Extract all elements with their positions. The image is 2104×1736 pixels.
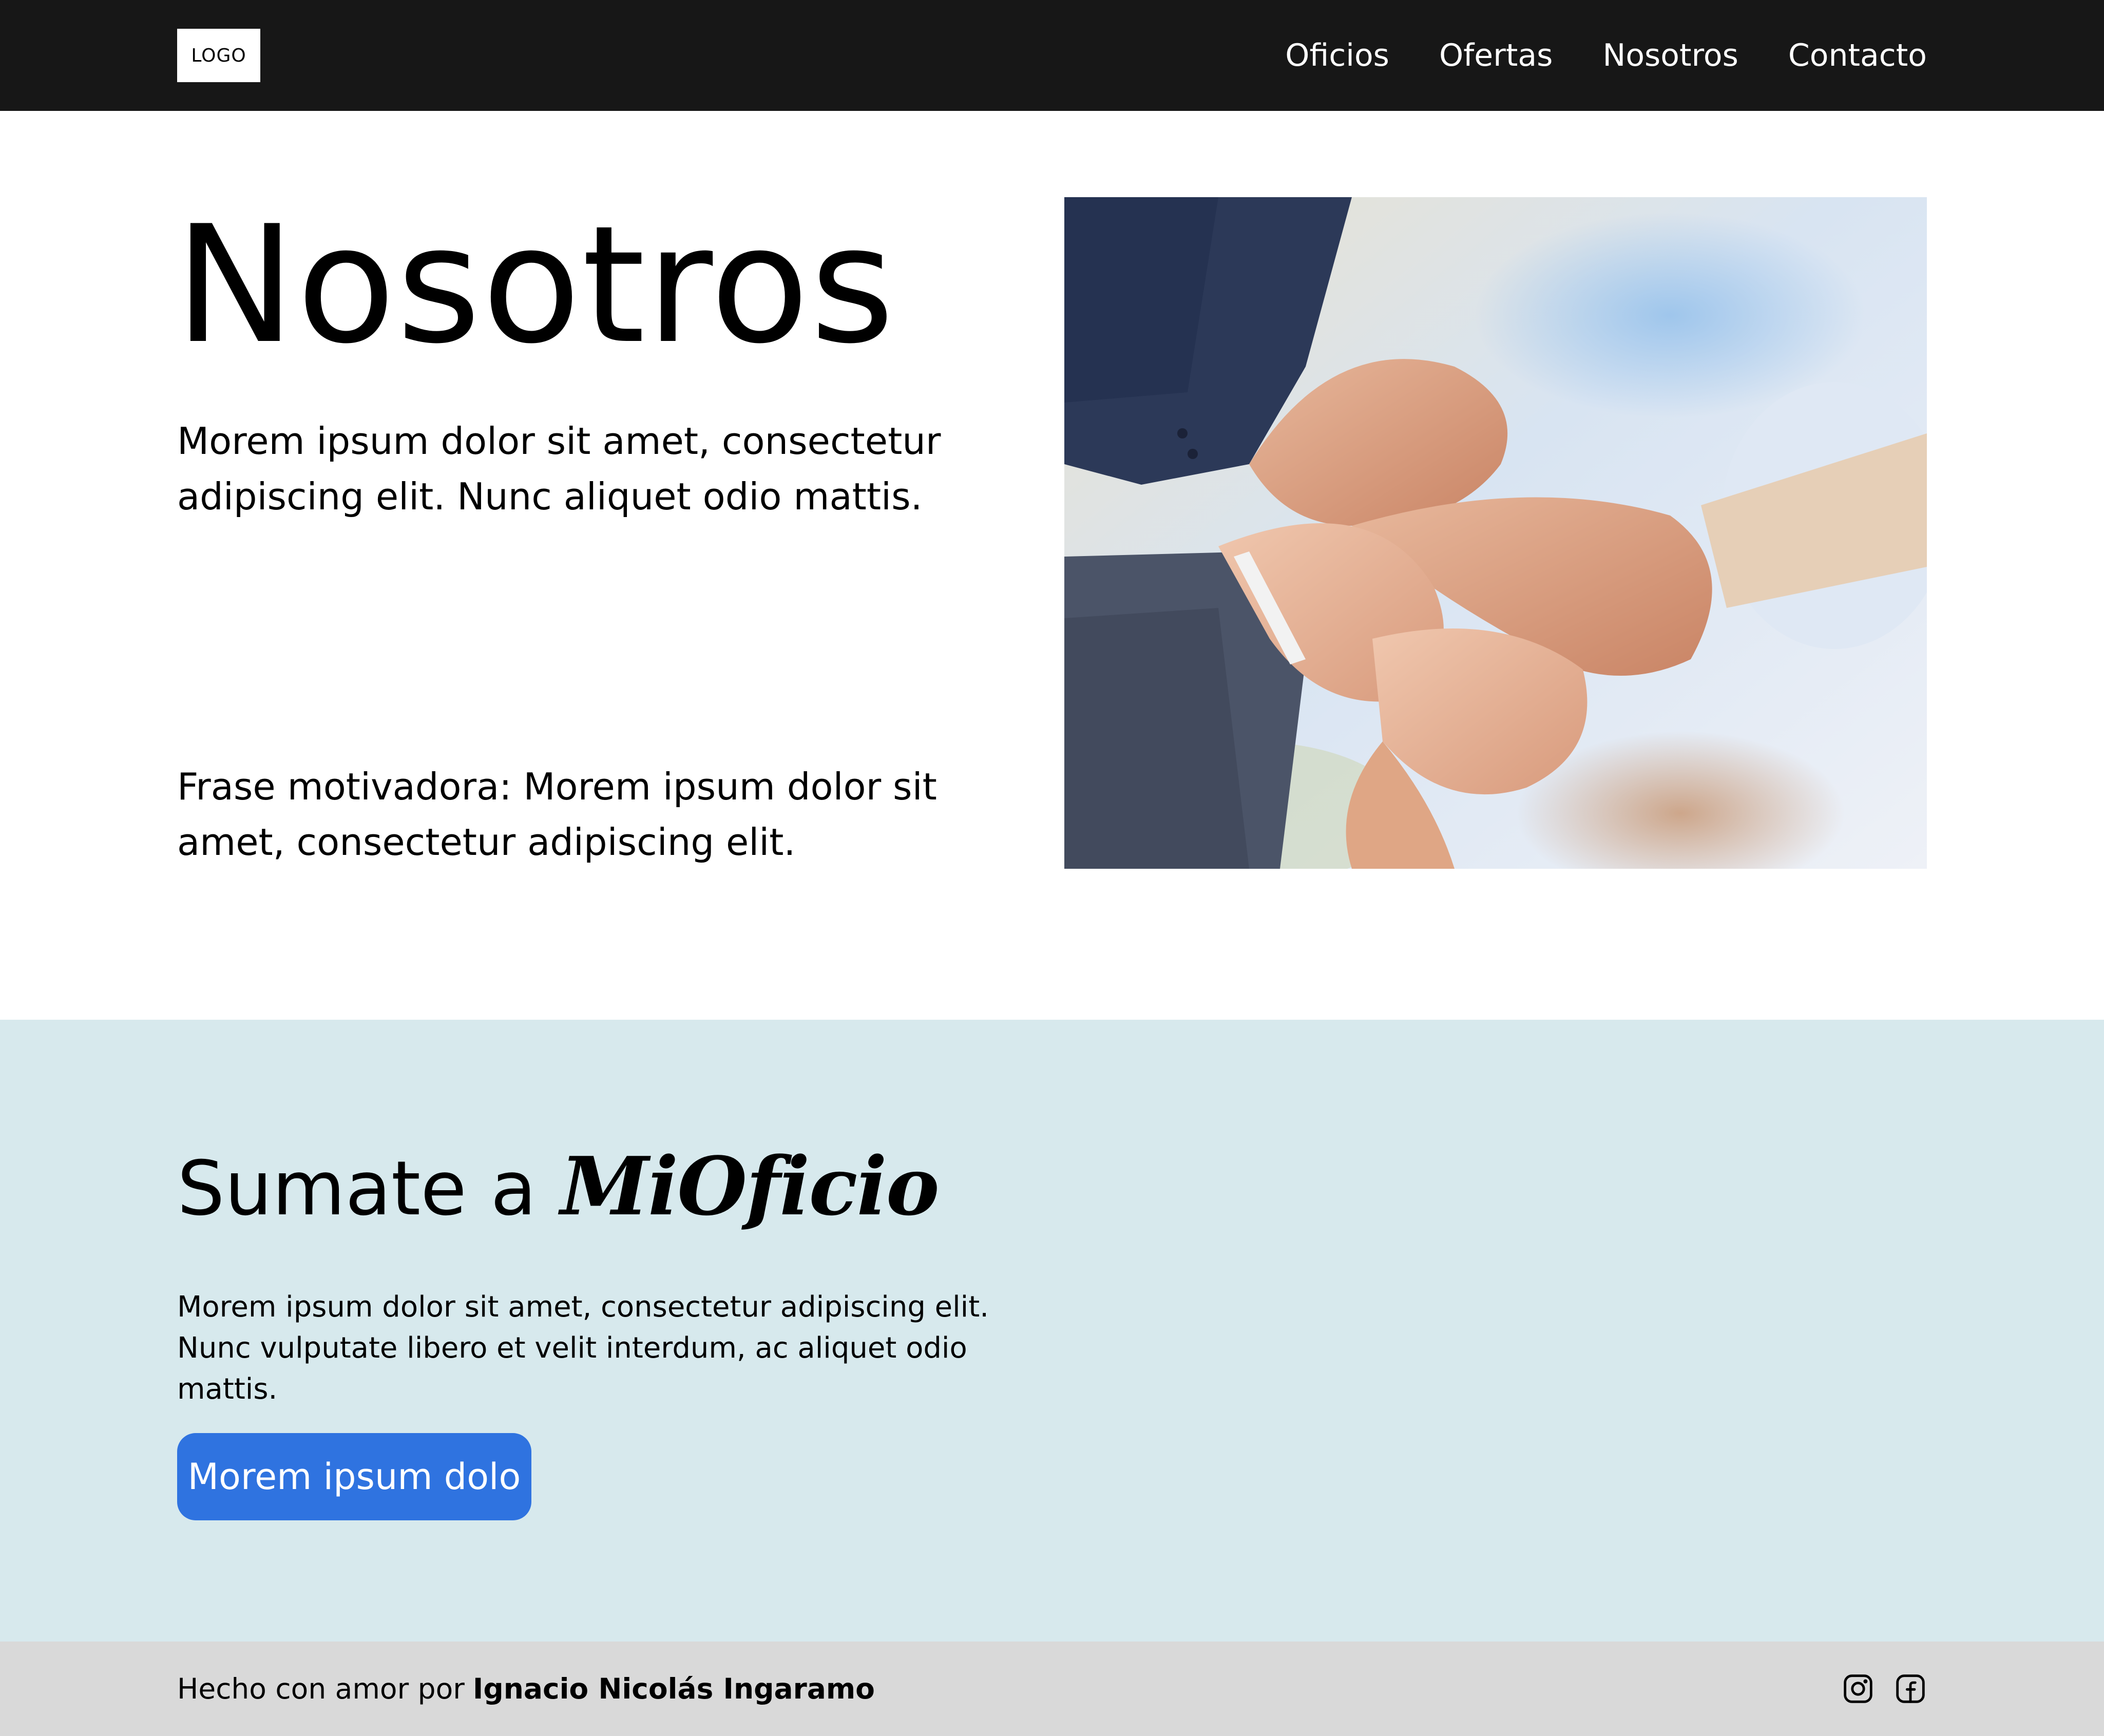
nav-link-nosotros[interactable]: Nosotros — [1602, 37, 1738, 73]
teamwork-photo — [1064, 197, 1927, 869]
footer-author: Ignacio Nicolás Ingaramo — [472, 1672, 875, 1705]
footer: Hecho con amor por Ignacio Nicolás Ingar… — [0, 1642, 2104, 1736]
join-description: Morem ipsum dolor sit amet, consectetur … — [177, 1290, 989, 1406]
join-title-prefix: Sumate a — [177, 1145, 537, 1232]
join-section: Sumate a MiOficio Morem ipsum dolor sit … — [0, 1020, 2104, 1642]
instagram-icon[interactable] — [1842, 1672, 1875, 1705]
footer-credit: Hecho con amor por Ignacio Nicolás Ingar… — [177, 1642, 875, 1736]
motivational-quote: Frase motivadora: Morem ipsum dolor sit … — [177, 765, 937, 864]
brand-name: MiOficio — [560, 1139, 940, 1233]
nav-link-ofertas[interactable]: Ofertas — [1439, 37, 1553, 73]
top-navbar: LOGO Oficios Ofertas Nosotros Contacto — [0, 0, 2104, 111]
join-cta-button[interactable]: Morem ipsum dolo — [177, 1433, 531, 1520]
footer-credit-prefix: Hecho con amor por — [177, 1672, 465, 1705]
social-links — [1842, 1642, 1927, 1736]
join-title: Sumate a MiOficio — [177, 1145, 940, 1232]
logo[interactable]: LOGO — [177, 29, 260, 82]
page-title: Nosotros — [175, 192, 896, 379]
nav-link-oficios[interactable]: Oficios — [1285, 37, 1389, 73]
about-description: Morem ipsum dolor sit amet, consectetur … — [177, 419, 941, 518]
nav-link-contacto[interactable]: Contacto — [1788, 37, 1927, 73]
nav-links: Oficios Ofertas Nosotros Contacto — [1285, 0, 1927, 111]
facebook-icon[interactable] — [1894, 1672, 1927, 1705]
